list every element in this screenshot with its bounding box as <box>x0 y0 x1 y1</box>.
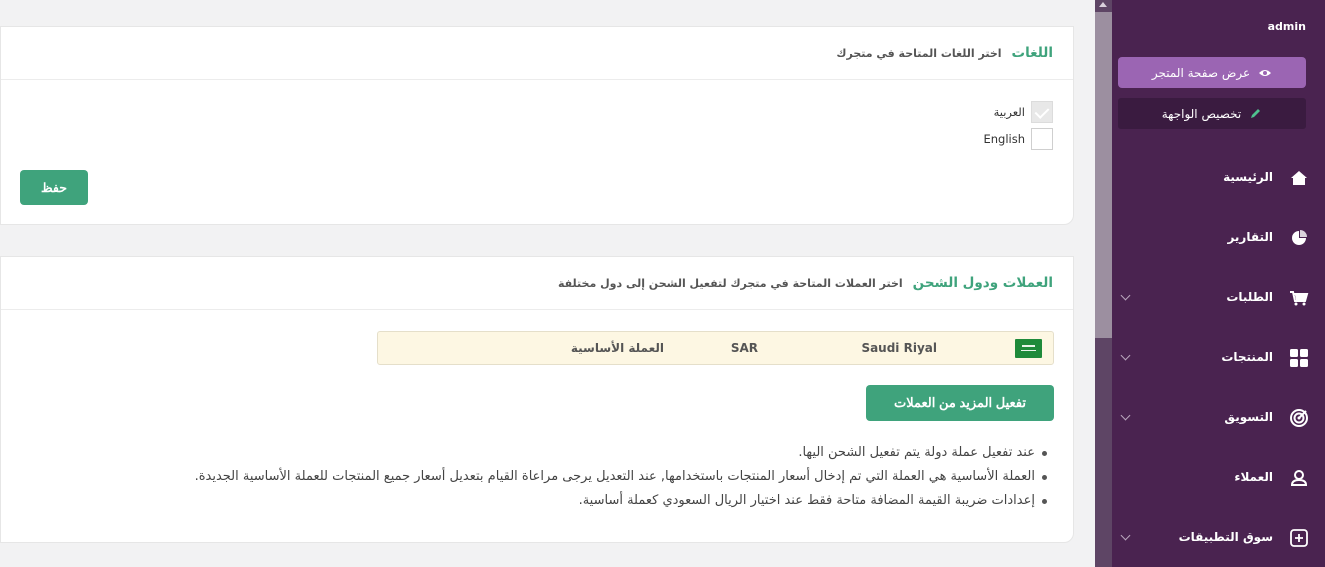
page-scrollbar[interactable] <box>1095 0 1112 567</box>
sidebar-item-label: التسويق <box>1224 410 1273 424</box>
language-option-arabic[interactable]: العربية <box>994 101 1053 123</box>
sidebar-item-marketing[interactable]: التسويق <box>1112 398 1325 438</box>
customize-theme-button[interactable]: تخصيص الواجهة <box>1118 98 1306 129</box>
grid-icon <box>1290 349 1308 367</box>
plus-square-icon <box>1290 529 1308 547</box>
sidebar-item-orders[interactable]: الطلبات <box>1112 278 1325 318</box>
home-icon <box>1291 171 1307 185</box>
view-store-label: عرض صفحة المتجر <box>1151 65 1251 80</box>
pencil-icon <box>1251 109 1261 118</box>
english-label: English <box>983 132 1025 146</box>
customize-label: تخصيص الواجهة <box>1161 106 1242 121</box>
sidebar-item-home[interactable]: الرئيسية <box>1112 158 1325 198</box>
languages-subtitle: اختر اللغات المتاحة في متجرك <box>836 46 1002 60</box>
chevron-down-icon[interactable] <box>1120 350 1131 361</box>
main-content: اللغات اختر اللغات المتاحة في متجرك العر… <box>0 0 1095 567</box>
sidebar-item-label: التقارير <box>1227 230 1273 244</box>
currency-code: SAR <box>730 341 758 355</box>
sidebar-item-label: الطلبات <box>1226 290 1273 304</box>
activate-more-currencies-button[interactable]: تفعيل المزيد من العملات <box>866 385 1054 421</box>
target-icon <box>1290 409 1308 427</box>
base-currency-badge: العملة الأساسية <box>570 341 664 355</box>
users-icon <box>1290 470 1308 486</box>
currencies-card: العملات ودول الشحن اختر العملات المتاحة … <box>0 256 1074 543</box>
scroll-thumb[interactable] <box>1095 12 1112 338</box>
sidebar-item-reports[interactable]: التقارير <box>1112 218 1325 258</box>
languages-header: اللغات اختر اللغات المتاحة في متجرك <box>1 27 1073 80</box>
save-button[interactable]: حفظ <box>20 170 88 205</box>
chevron-down-icon[interactable] <box>1120 410 1131 421</box>
arabic-label: العربية <box>993 105 1025 119</box>
scroll-up-arrow-icon[interactable] <box>1099 2 1107 7</box>
eye-icon <box>1259 69 1272 76</box>
currency-name: Saudi Riyal <box>861 341 937 355</box>
sidebar-item-app-store[interactable]: سوق التطبيقات <box>1112 518 1325 558</box>
note-item: العملة الأساسية هي العملة التي تم إدخال … <box>47 465 1047 489</box>
pie-chart-icon <box>1292 230 1307 245</box>
sidebar-item-label: المنتجات <box>1221 350 1273 364</box>
currencies-header: العملات ودول الشحن اختر العملات المتاحة … <box>1 257 1073 310</box>
chevron-down-icon[interactable] <box>1120 530 1131 541</box>
language-option-english[interactable]: English <box>983 128 1053 150</box>
sidebar-item-label: الرئيسية <box>1223 170 1273 184</box>
languages-card: اللغات اختر اللغات المتاحة في متجرك العر… <box>0 26 1074 225</box>
english-checkbox[interactable] <box>1031 128 1053 150</box>
currencies-title: العملات ودول الشحن <box>912 275 1053 291</box>
sidebar-item-label: العملاء <box>1234 470 1273 484</box>
currency-notes: عند تفعيل عملة دولة يتم تفعيل الشحن اليه… <box>47 441 1047 513</box>
currencies-subtitle: اختر العملات المتاحة في متجرك لتفعيل الش… <box>557 276 903 290</box>
user-name[interactable]: admin <box>1268 20 1306 33</box>
sidebar-item-label: سوق التطبيقات <box>1178 530 1273 544</box>
sidebar-item-customers[interactable]: العملاء <box>1112 458 1325 498</box>
cart-icon <box>1290 291 1309 306</box>
sidebar-item-products[interactable]: المنتجات <box>1112 338 1325 378</box>
note-item: عند تفعيل عملة دولة يتم تفعيل الشحن اليه… <box>47 441 1047 465</box>
sidebar: admin عرض صفحة المتجر تخصيص الواجهة الرئ… <box>1112 0 1325 567</box>
currency-row[interactable]: Saudi Riyal SAR العملة الأساسية <box>377 331 1054 365</box>
saudi-flag-icon <box>1015 339 1042 358</box>
languages-title: اللغات <box>1011 45 1053 61</box>
arabic-checkbox[interactable] <box>1031 101 1053 123</box>
chevron-down-icon[interactable] <box>1120 290 1131 301</box>
note-item: إعدادات ضريبة القيمة المضافة متاحة فقط ع… <box>47 489 1047 513</box>
view-store-button[interactable]: عرض صفحة المتجر <box>1118 57 1306 88</box>
